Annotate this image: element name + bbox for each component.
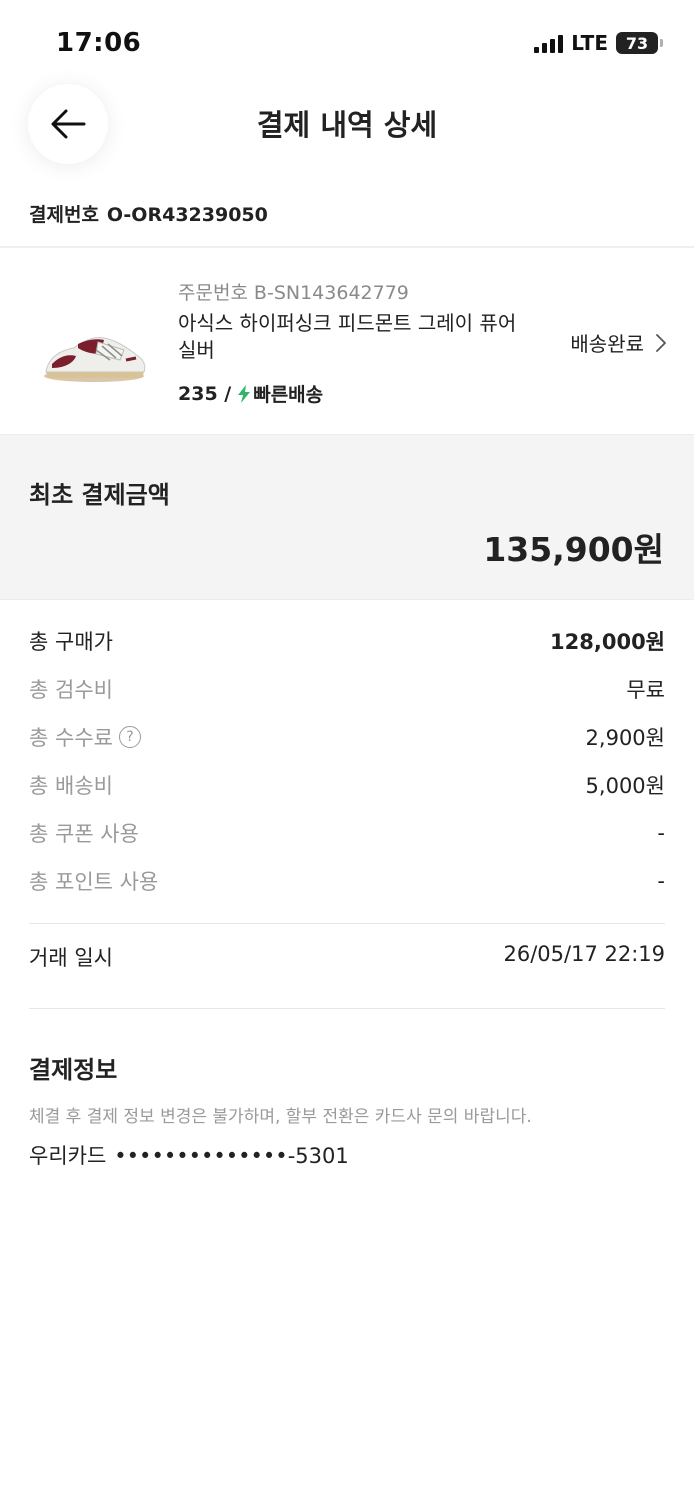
order-item-card[interactable]: 주문번호 B-SN143642779 아식스 하이퍼싱크 피드몬트 그레이 퓨어 … (0, 250, 694, 434)
cellular-signal-icon (534, 33, 564, 53)
card-number: ••••••••••••••-5301 (114, 1144, 349, 1168)
status-indicators: LTE 73 (534, 31, 663, 55)
card-name: 우리카드 (29, 1144, 107, 1168)
transaction-datetime-row: 거래 일시 26/05/17 22:19 (29, 942, 665, 972)
payment-number-label: 결제번호 (29, 204, 99, 226)
fee-row-shipping: 총 배송비 5,000원 (29, 761, 665, 809)
fee-label: 총 포인트 사용 (29, 870, 159, 894)
status-bar: 17:06 LTE 73 (0, 0, 694, 80)
fee-label: 총 배송비 (29, 774, 113, 798)
transaction-label: 거래 일시 (29, 946, 113, 970)
fee-value: 5,000원 (585, 774, 665, 798)
initial-payment-summary: 최초 결제금액 135,900원 (0, 434, 694, 600)
payment-number-value: O-OR43239050 (106, 204, 268, 226)
fee-value: - (657, 869, 665, 893)
fee-value: 2,900원 (585, 726, 665, 750)
size-label: 235 / (178, 382, 232, 405)
divider (29, 923, 665, 924)
fee-value: - (657, 821, 665, 845)
fee-label: 총 수수료 (29, 726, 113, 750)
order-number: 주문번호 B-SN143642779 (178, 278, 409, 305)
fee-row-inspection: 총 검수비 무료 (29, 665, 665, 713)
order-number-label: 주문번호 (178, 282, 248, 304)
divider (29, 1008, 665, 1009)
payment-info-note: 체결 후 결제 정보 변경은 불가하며, 할부 전환은 카드사 문의 바랍니다. (29, 1107, 532, 1127)
lightning-bolt-icon (238, 384, 251, 403)
fee-row-coupon: 총 쿠폰 사용 - (29, 809, 665, 857)
card-info: 우리카드 ••••••••••••••-5301 (29, 1140, 349, 1170)
battery-icon: 73 (616, 32, 663, 54)
fee-breakdown-list: 총 구매가 128,000원 총 검수비 무료 총 수수료 ? 2,900원 총… (29, 617, 665, 905)
shipping-type: 빠른배송 (253, 384, 324, 406)
product-image (44, 337, 146, 382)
fee-label-wrap: 총 수수료 ? (29, 722, 141, 752)
product-option: 235 / 빠른배송 (178, 380, 323, 407)
fee-label: 총 쿠폰 사용 (29, 822, 139, 846)
delivery-status-link[interactable]: 배송완료 (570, 328, 666, 357)
fee-value: 128,000원 (550, 630, 665, 654)
network-type: LTE (571, 31, 608, 55)
order-number-value: B-SN143642779 (253, 282, 409, 304)
help-icon[interactable]: ? (118, 726, 141, 748)
fee-row-commission: 총 수수료 ? 2,900원 (29, 713, 665, 761)
transaction-value: 26/05/17 22:19 (503, 942, 665, 966)
product-name: 아식스 하이퍼싱크 피드몬트 그레이 퓨어 실버 (178, 311, 517, 362)
fee-row-purchase-price: 총 구매가 128,000원 (29, 617, 665, 665)
divider (0, 246, 694, 248)
page-title: 결제 내역 상세 (256, 108, 438, 142)
fee-value: 무료 (626, 678, 665, 702)
total-amount: 135,900원 (483, 530, 664, 569)
payment-number: 결제번호 O-OR43239050 (29, 200, 268, 227)
payment-info-title: 결제정보 (29, 1056, 118, 1084)
fee-row-points: 총 포인트 사용 - (29, 857, 665, 905)
fee-label: 총 검수비 (29, 678, 113, 702)
total-label: 최초 결제금액 (29, 481, 170, 509)
status-time: 17:06 (56, 28, 142, 58)
delivery-status-label: 배송완료 (570, 332, 644, 356)
chevron-right-icon (656, 333, 666, 352)
fee-label: 총 구매가 (29, 630, 113, 654)
